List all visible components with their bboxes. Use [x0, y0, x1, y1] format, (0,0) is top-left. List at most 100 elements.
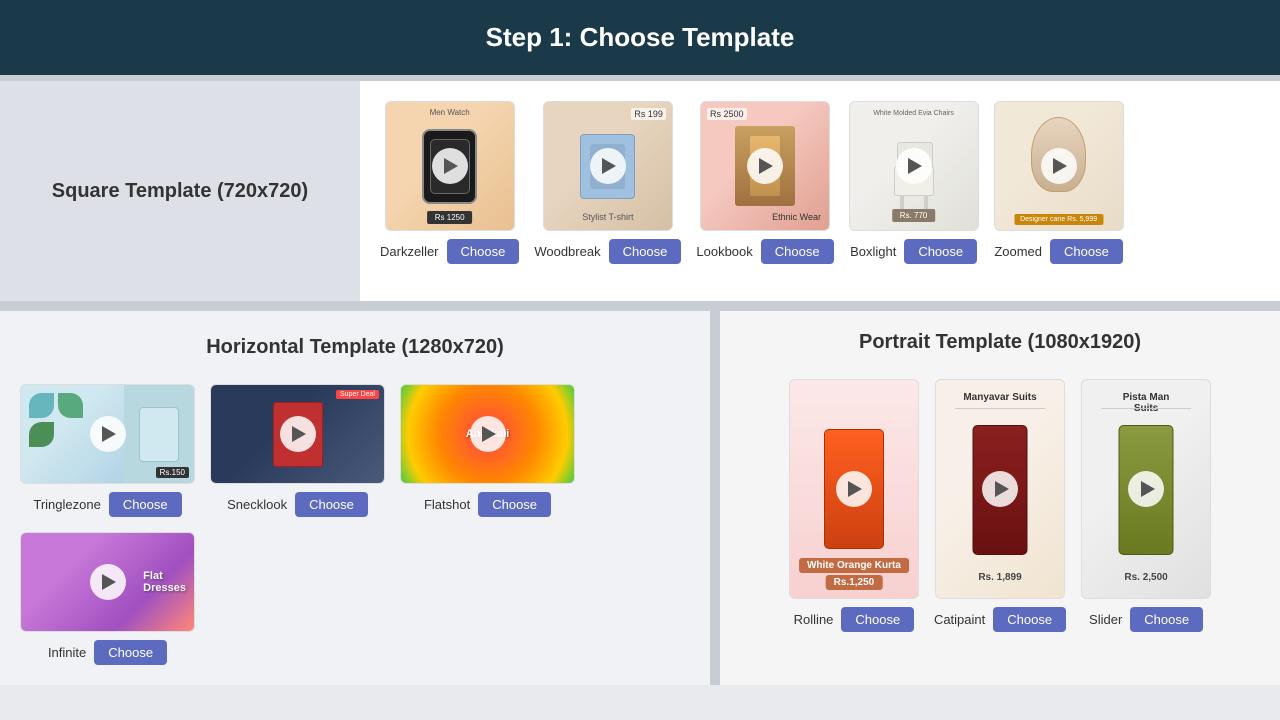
- infinite-choose-btn[interactable]: Choose: [94, 640, 167, 665]
- thumb-snecklook: Super Deal: [210, 384, 385, 484]
- slider-divider: [1101, 408, 1191, 409]
- zoomed-name: Zoomed: [994, 244, 1042, 259]
- flatshot-choose-btn[interactable]: Choose: [478, 492, 551, 517]
- square-label-area: Square Template (720x720): [0, 81, 360, 301]
- middle-divider: [0, 301, 1280, 311]
- thumb-flatshot: Anarkali: [400, 384, 575, 484]
- slider-price: Rs. 2,500: [1124, 572, 1167, 583]
- catipaint-price: Rs. 1,899: [978, 572, 1021, 583]
- catipaint-divider: [955, 408, 1045, 409]
- woodbreak-choose-btn[interactable]: Choose: [609, 239, 682, 264]
- catipaint-product-label: Manyavar Suits: [963, 392, 1036, 403]
- lookbook-play-btn[interactable]: [747, 148, 783, 184]
- woodbreak-play-btn[interactable]: [590, 148, 626, 184]
- template-item-woodbreak: Rs 199 Stylist T-shirt Woodbreak Choose: [534, 101, 681, 264]
- catipaint-play-btn[interactable]: [982, 471, 1018, 507]
- zoomed-label-row: Zoomed Choose: [994, 239, 1123, 264]
- rolline-choose-btn[interactable]: Choose: [841, 607, 914, 632]
- thumb-catipaint: Manyavar Suits Rs. 1,899: [935, 379, 1065, 599]
- product-box: [139, 407, 179, 462]
- tzone-decor: [29, 393, 89, 447]
- tringlezone-choose-btn[interactable]: Choose: [109, 492, 182, 517]
- catipaint-label-row: Catipaint Choose: [934, 607, 1066, 632]
- template-item-tringlezone: Rs.150 Tringlezone Choose: [20, 384, 195, 517]
- template-item-flatshot: Anarkali Flatshot Choose: [400, 384, 575, 517]
- thumb-darkzeller: Men Watch Rs 1250: [385, 101, 515, 231]
- thumb-lookbook: Rs 2500 Ethnic Wear: [700, 101, 830, 231]
- infinite-label-row: Infinite Choose: [48, 640, 167, 665]
- template-item-snecklook: Super Deal Snecklook Choose: [210, 384, 385, 517]
- template-item-lookbook: Rs 2500 Ethnic Wear Lookbook Choose: [696, 101, 833, 264]
- square-template-section: Square Template (720x720) Men Watch Rs 1…: [0, 81, 1280, 301]
- infinite-name: Infinite: [48, 645, 86, 660]
- lookbook-price-top: Rs 2500: [707, 108, 747, 120]
- infinite-play-btn[interactable]: [90, 564, 126, 600]
- leaf3: [29, 422, 54, 447]
- snecklook-label-row: Snecklook Choose: [227, 492, 368, 517]
- tzone-price: Rs.150: [156, 467, 189, 478]
- catipaint-name: Catipaint: [934, 612, 985, 627]
- horizontal-templates-grid: Rs.150 Tringlezone Choose Super Deal S: [20, 384, 690, 665]
- template-item-catipaint: Manyavar Suits Rs. 1,899 Catipaint Choos…: [934, 379, 1066, 632]
- boxlight-play-btn[interactable]: [896, 148, 932, 184]
- boxlight-choose-btn[interactable]: Choose: [904, 239, 977, 264]
- rolline-label-row: Rolline Choose: [794, 607, 915, 632]
- tringlezone-label-row: Tringlezone Choose: [33, 492, 181, 517]
- portrait-template-section: Portrait Template (1080x1920) White Oran…: [720, 311, 1280, 685]
- vertical-divider: [710, 311, 720, 685]
- snecklook-badge: Super Deal: [336, 390, 379, 399]
- zoomed-choose-btn[interactable]: Choose: [1050, 239, 1123, 264]
- woodbreak-name: Woodbreak: [534, 244, 600, 259]
- slider-choose-btn[interactable]: Choose: [1130, 607, 1203, 632]
- template-item-zoomed: Designer cane Rs. 5,999 Zoomed Choose: [994, 101, 1124, 264]
- snecklook-play-btn[interactable]: [280, 416, 316, 452]
- zoomed-price: Designer cane Rs. 5,999: [1014, 214, 1103, 225]
- thumb-infinite: FlatDresses: [20, 532, 195, 632]
- catipaint-choose-btn[interactable]: Choose: [993, 607, 1066, 632]
- slider-product-label: Pista ManSuits: [1082, 392, 1210, 414]
- darkzeller-name: Darkzeller: [380, 244, 439, 259]
- darkzeller-label-row: Darkzeller Choose: [380, 239, 519, 264]
- zoomed-play-btn[interactable]: [1041, 148, 1077, 184]
- thumb-zoomed: Designer cane Rs. 5,999: [994, 101, 1124, 231]
- darkzeller-top-label: Men Watch: [430, 108, 470, 117]
- rolline-price: Rs.1,250: [826, 575, 883, 590]
- leaf2: [58, 393, 83, 418]
- woodbreak-label-row: Woodbreak Choose: [534, 239, 681, 264]
- chair-leg2: [924, 195, 928, 210]
- darkzeller-choose-btn[interactable]: Choose: [447, 239, 520, 264]
- woodbreak-price-top: Rs 199: [631, 108, 666, 120]
- square-section-title: Square Template (720x720): [52, 180, 308, 203]
- rolline-play-btn[interactable]: [836, 471, 872, 507]
- page-title: Step 1: Choose Template: [486, 22, 795, 52]
- chair-leg1: [900, 195, 904, 210]
- page-header: Step 1: Choose Template: [0, 0, 1280, 75]
- thumb-woodbreak: Rs 199 Stylist T-shirt: [543, 101, 673, 231]
- leaf1: [29, 393, 54, 418]
- template-item-rolline: White Orange Kurta Rs.1,250 Rolline Choo…: [789, 379, 919, 632]
- portrait-section-title: Portrait Template (1080x1920): [740, 331, 1260, 354]
- woodbreak-label: Stylist T-shirt: [582, 212, 633, 222]
- template-item-boxlight: White Molded Evia Chairs Rs. 770 Boxligh…: [849, 101, 979, 264]
- square-templates-area: Men Watch Rs 1250 Darkzeller Choose Rs 1…: [360, 81, 1280, 301]
- flatshot-label-row: Flatshot Choose: [424, 492, 551, 517]
- bottom-wrapper: Horizontal Template (1280x720) Rs.150: [0, 311, 1280, 685]
- flatshot-play-btn[interactable]: [470, 416, 506, 452]
- snecklook-choose-btn[interactable]: Choose: [295, 492, 368, 517]
- flatshot-name: Flatshot: [424, 497, 470, 512]
- boxlight-label-row: Boxlight Choose: [850, 239, 977, 264]
- darkzeller-play-btn[interactable]: [432, 148, 468, 184]
- template-item-darkzeller: Men Watch Rs 1250 Darkzeller Choose: [380, 101, 519, 264]
- horizontal-section-title: Horizontal Template (1280x720): [20, 336, 690, 359]
- slider-play-btn[interactable]: [1128, 471, 1164, 507]
- lookbook-choose-btn[interactable]: Choose: [761, 239, 834, 264]
- infinite-label: FlatDresses: [143, 570, 186, 594]
- template-item-slider: Pista ManSuits Rs. 2,500 Slider Choose: [1081, 379, 1211, 632]
- rolline-product: White Orange Kurta: [799, 558, 909, 573]
- thumb-boxlight: White Molded Evia Chairs Rs. 770: [849, 101, 979, 231]
- portrait-templates-grid: White Orange Kurta Rs.1,250 Rolline Choo…: [740, 379, 1260, 632]
- tringlezone-play-btn[interactable]: [90, 416, 126, 452]
- boxlight-name: Boxlight: [850, 244, 896, 259]
- boxlight-title: White Molded Evia Chairs: [873, 110, 954, 117]
- darkzeller-price: Rs 1250: [427, 211, 473, 224]
